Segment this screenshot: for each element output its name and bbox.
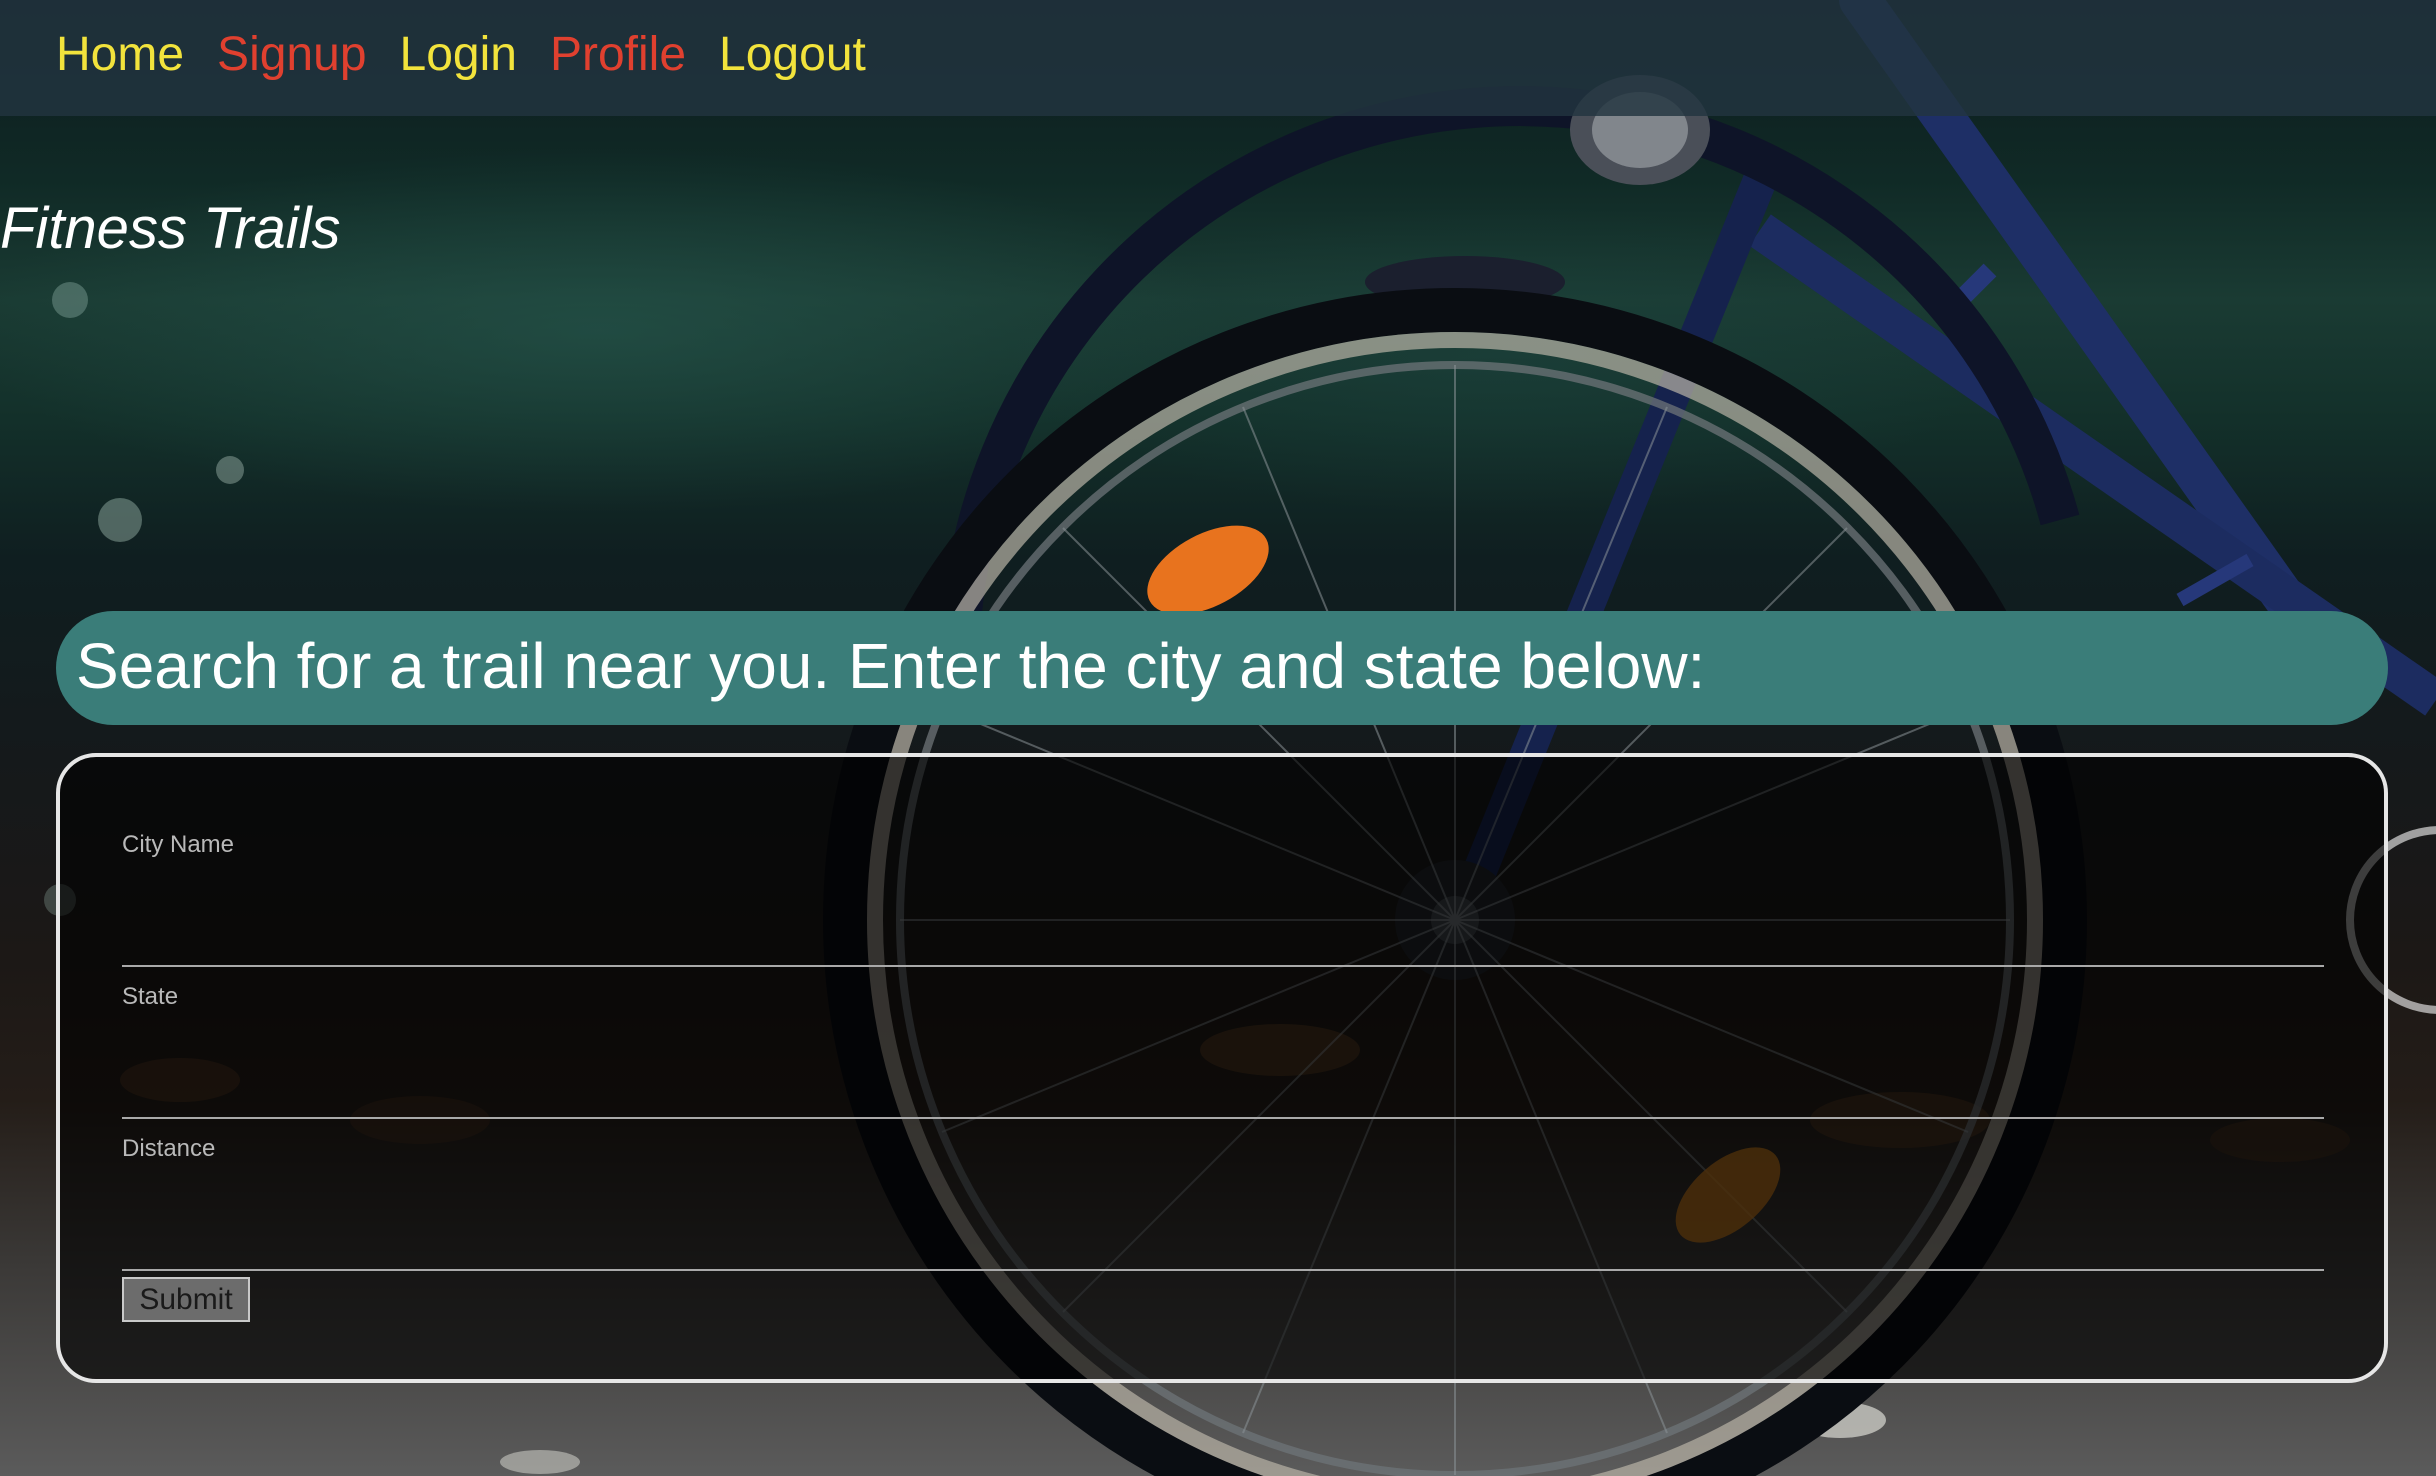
distance-field: Distance — [122, 1135, 2324, 1271]
city-name-input[interactable] — [122, 897, 2324, 967]
submit-button[interactable]: Submit — [122, 1277, 250, 1322]
nav-link-login[interactable]: Login — [400, 31, 517, 79]
state-label: State — [122, 983, 179, 1010]
state-field: State — [122, 983, 2324, 1119]
nav-link-profile[interactable]: Profile — [550, 31, 686, 79]
city-name-field: City Name — [122, 831, 2324, 967]
state-input[interactable] — [122, 1049, 2324, 1119]
top-navbar: Home Signup Login Profile Logout — [0, 0, 2436, 116]
search-heading-banner: Search for a trail near you. Enter the c… — [56, 611, 2388, 725]
search-heading-text: Search for a trail near you. Enter the c… — [76, 630, 1706, 702]
nav-link-home[interactable]: Home — [56, 31, 184, 79]
trail-search-form: City Name State Distance Submit — [56, 753, 2388, 1383]
nav-link-signup[interactable]: Signup — [217, 31, 366, 79]
distance-label: Distance — [122, 1135, 216, 1162]
page-title: Fitness Trails — [0, 196, 341, 261]
city-name-label: City Name — [122, 831, 235, 858]
nav-link-logout[interactable]: Logout — [719, 31, 866, 79]
distance-input[interactable] — [122, 1201, 2324, 1271]
